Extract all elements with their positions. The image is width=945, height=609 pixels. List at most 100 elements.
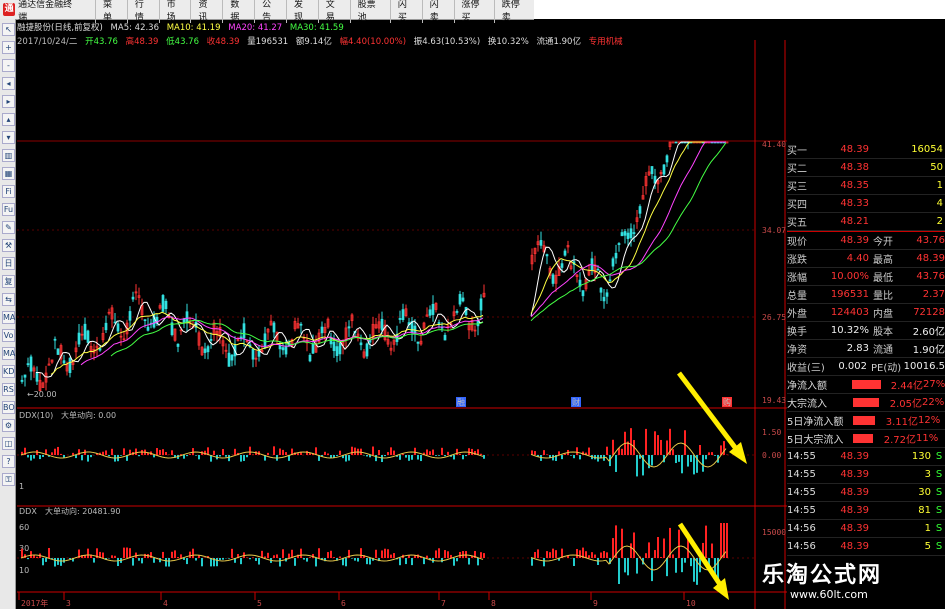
menu-item-gupiaochi[interactable]: 股票池 <box>349 0 390 23</box>
menu-item-shichang[interactable]: 市场 <box>158 0 191 23</box>
ddx10-bar <box>192 448 194 455</box>
ddx-bar <box>387 549 389 558</box>
ddx10-bar <box>471 448 473 455</box>
ddx-bar <box>537 549 539 558</box>
zoom-in-icon[interactable]: + <box>2 41 15 54</box>
draw-icon[interactable]: ✎ <box>2 221 15 234</box>
boll-icon[interactable]: BO <box>2 401 15 414</box>
rsi-icon[interactable]: RS <box>2 383 15 396</box>
ma20-value: MA20: 41.27 <box>228 23 283 33</box>
menu-item-zhangtingmai[interactable]: 涨停买 <box>453 0 494 23</box>
settings-icon[interactable]: ⚙ <box>2 419 15 432</box>
left-icon[interactable]: ◂ <box>2 77 15 90</box>
ddx-bar <box>633 532 635 558</box>
candle-body <box>398 318 402 320</box>
ddx-bar <box>366 558 368 565</box>
other-icon[interactable]: ◫ <box>2 437 15 450</box>
tools-icon[interactable]: ⚒ <box>2 239 15 252</box>
ddx10-bar <box>252 454 254 455</box>
fund-value: 2.83 <box>846 343 869 354</box>
candle-body <box>281 347 285 351</box>
macd-icon[interactable]: MA <box>2 347 15 360</box>
ddx-bar <box>435 550 437 558</box>
menu-item-wenyi[interactable]: 文易 <box>317 0 350 23</box>
quote-value: 43.76 <box>916 271 945 282</box>
ddx-bar <box>192 548 194 558</box>
menu-item-gonggao[interactable]: 公告 <box>254 0 286 23</box>
quote-row: 涨幅 10.00% 最低 43.76 <box>787 268 945 286</box>
candle-body <box>320 326 324 334</box>
vol-icon[interactable]: Vo <box>2 329 15 342</box>
candle-body <box>272 322 276 333</box>
ddx-bar <box>483 553 485 558</box>
candle-body <box>230 354 234 361</box>
quote-label: 涨跌 <box>787 255 807 266</box>
menu-item-faxian[interactable]: 发现 <box>285 0 318 23</box>
menu-item-caidan[interactable]: 菜单 <box>95 0 127 23</box>
kdj-icon[interactable]: KD <box>2 365 15 378</box>
ddx10-bar <box>111 448 113 455</box>
menu-item-shanmai2[interactable]: 闪卖 <box>421 0 454 23</box>
candle-body <box>131 296 135 300</box>
indicator-icon[interactable]: Fi <box>2 185 15 198</box>
ma30-line <box>110 142 727 357</box>
ddx10-bar <box>243 455 245 461</box>
ddx-bar <box>201 558 203 567</box>
ddx-bar <box>42 558 44 566</box>
quote-value: 72128 <box>913 307 945 318</box>
ddx-bar <box>300 548 302 558</box>
menu-item-zixun[interactable]: 资讯 <box>190 0 222 23</box>
menu-item-shuju[interactable]: 数据 <box>222 0 254 23</box>
ddx-bar <box>384 548 386 558</box>
fq-icon[interactable]: 复 <box>2 275 15 288</box>
ddx-bar <box>330 550 332 558</box>
ddx10-bar <box>699 445 701 455</box>
ddx-bar <box>327 552 329 558</box>
ddx-bar <box>666 558 668 577</box>
bid-price: 48.35 <box>840 180 869 191</box>
up-icon[interactable]: ▴ <box>2 113 15 126</box>
ddx-bar <box>636 558 638 574</box>
ddx10-bar <box>444 455 446 457</box>
zoom-out-icon[interactable]: - <box>2 59 15 72</box>
chart-icon[interactable]: ▥ <box>2 149 15 162</box>
candle-body <box>662 164 666 175</box>
ddx-bar <box>555 550 557 558</box>
ddx-bar <box>552 548 554 558</box>
ddx-bar <box>240 558 242 565</box>
flow-label: 5日大宗流入 <box>787 435 844 446</box>
ddx10-bar <box>162 449 164 455</box>
ddx10-bar <box>213 450 215 455</box>
kline-icon[interactable]: ▦ <box>2 167 15 180</box>
price-tick-label: 41.40 <box>762 140 786 149</box>
flow-pct: 12% <box>918 415 941 426</box>
ddx-bar <box>249 558 251 560</box>
ddx-bar <box>252 557 254 558</box>
formula-icon[interactable]: Fu <box>2 203 15 216</box>
candle-body <box>98 348 102 351</box>
ddx10-bar <box>189 454 191 455</box>
lock-icon[interactable]: ⚿ <box>2 473 15 486</box>
ddx10-bar <box>345 455 347 462</box>
ddx10-bar <box>51 452 53 455</box>
period-icon[interactable]: 日 <box>2 257 15 270</box>
down-icon[interactable]: ▾ <box>2 131 15 144</box>
fund-label: 流通 <box>873 345 893 356</box>
ma-icon[interactable]: MA <box>2 311 15 324</box>
kline-chart[interactable]: 41.40 34.07 26.75 19.43 ←20.00 融 财 购 DDX(10) 大单动向… <box>17 40 787 609</box>
menu-item-dietingmai[interactable]: 跌停卖 <box>493 0 534 23</box>
ddx-bar <box>195 558 197 561</box>
time-axis-label: 4 <box>163 599 168 608</box>
flow-pct: 27% <box>923 379 945 390</box>
right-icon[interactable]: ▸ <box>2 95 15 108</box>
bid-row-3: 买三 48.35 1 <box>787 177 945 195</box>
fund-row: 换手 10.32% 股本 2.60亿 <box>787 322 945 340</box>
ddx-title: DDX <box>19 507 37 516</box>
menu-item-shanmai[interactable]: 闪买 <box>389 0 422 23</box>
ddx-bar <box>720 523 722 558</box>
menu-item-hangqing[interactable]: 行情 <box>126 0 159 23</box>
cursor-icon[interactable]: ↖ <box>2 23 15 36</box>
help-icon[interactable]: ? <box>2 455 15 468</box>
ddx-bar <box>576 548 578 558</box>
sync-icon[interactable]: ⇆ <box>2 293 15 306</box>
